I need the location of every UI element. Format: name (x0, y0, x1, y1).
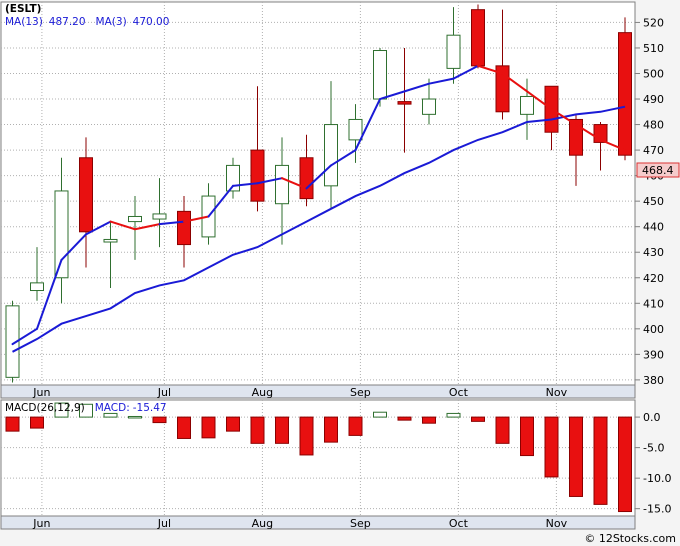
macd-bar (373, 411, 387, 418)
macd-bar (299, 416, 314, 456)
macd-bar (177, 416, 191, 439)
legend-value: 487.20 (49, 16, 86, 28)
price-y-tick-label: 430 (643, 246, 664, 259)
macd-bar (201, 416, 216, 439)
price-x-tick-label: Jun (32, 386, 50, 399)
ticker-label: (ESLT) (5, 3, 41, 15)
candle-body (471, 9, 485, 67)
macd-bar (152, 416, 167, 424)
macd-bar (593, 416, 608, 505)
macd-y-tick-label: 0.0 (643, 411, 661, 424)
price-y-tick-label: 520 (643, 16, 664, 29)
candle-body (275, 164, 289, 205)
candle-body (520, 95, 534, 115)
legend-value: 470.00 (133, 16, 170, 28)
macd-bar (544, 416, 559, 478)
macd-x-tick-label: Nov (546, 517, 568, 530)
candle-body (348, 118, 363, 141)
macd-x-tick-label: Jul (157, 517, 171, 530)
macd-bar (250, 416, 265, 444)
candle-body (54, 190, 69, 279)
price-y-tick-label: 400 (643, 323, 664, 336)
price-y-tick-label: 410 (643, 297, 664, 310)
price-y-tick-label: 480 (643, 119, 664, 132)
candle-body (250, 149, 265, 202)
price-x-tick-label: Aug (252, 386, 273, 399)
macd-title: MACD(26,12,9) (5, 402, 85, 414)
candle (618, 17, 632, 161)
price-y-tick-label: 420 (643, 272, 664, 285)
candle (471, 4, 485, 69)
macd-x-tick-label: Sep (350, 517, 371, 530)
macd-x-tick-label: Jun (32, 517, 50, 530)
macd-bar (5, 416, 20, 432)
macd-legend-label: MACD: (95, 402, 130, 414)
candle-body (373, 50, 387, 100)
candle-body (30, 282, 44, 292)
macd-y-tick-label: -15.0 (643, 503, 671, 516)
macd-panel (0, 399, 636, 517)
candle-body (299, 157, 314, 200)
price-panel (0, 1, 636, 386)
price-x-tick-label: Sep (350, 386, 371, 399)
price-x-tick-label: Oct (449, 386, 469, 399)
macd-bar (324, 416, 338, 443)
last-price-label: 468.4 (642, 164, 674, 177)
macd-y-tick-label: -5.0 (643, 442, 664, 455)
macd-bar (422, 416, 436, 424)
macd-x-axis-strip (0, 515, 636, 530)
price-x-tick-label: Nov (546, 386, 568, 399)
candle-body (128, 215, 142, 223)
price-y-tick-label: 380 (643, 374, 664, 387)
macd-bar (495, 416, 510, 444)
candle-body (103, 238, 118, 243)
price-y-tick-label: 470 (643, 144, 664, 157)
macd-bar (471, 416, 485, 422)
price-y-tick-label: 450 (643, 195, 664, 208)
price-y-tick-label: 440 (643, 221, 664, 234)
candle-body (177, 210, 191, 246)
price-x-tick-label: Jul (157, 386, 171, 399)
macd-bar (348, 416, 363, 436)
price-y-tick-label: 510 (643, 42, 664, 55)
candle-body (152, 213, 167, 220)
candle-body (324, 124, 338, 187)
chart-canvas: 3803904004104204304404504604704804905005… (0, 0, 680, 546)
watermark: © 12Stocks.com (584, 532, 676, 545)
price-y-tick-label: 390 (643, 348, 664, 361)
macd-legend-value: -15.47 (133, 402, 167, 414)
candle-body (397, 101, 412, 105)
macd-bar (397, 416, 412, 421)
legend-label: MA(13) (5, 16, 43, 28)
candle-body (79, 157, 93, 233)
macd-x-tick-label: Oct (449, 517, 469, 530)
price-y-tick-label: 500 (643, 67, 664, 80)
macd-bar (30, 416, 44, 429)
macd-bar (520, 416, 534, 457)
legend-label: MA(3) (96, 16, 127, 28)
price-y-tick-label: 490 (643, 93, 664, 106)
macd-bar (446, 412, 461, 418)
candle-body (422, 98, 436, 115)
candle-body (446, 34, 461, 69)
price-x-axis-strip (0, 384, 636, 399)
macd-x-tick-label: Aug (252, 517, 273, 530)
macd-y-tick-label: -10.0 (643, 472, 671, 485)
macd-bar (275, 416, 289, 444)
macd-bar (569, 416, 583, 497)
candle-body (618, 32, 632, 156)
macd-bar (128, 415, 142, 419)
macd-bar (226, 416, 240, 432)
stock-chart: 3803904004104204304404504604704804905005… (0, 0, 680, 546)
macd-bar (618, 416, 632, 513)
